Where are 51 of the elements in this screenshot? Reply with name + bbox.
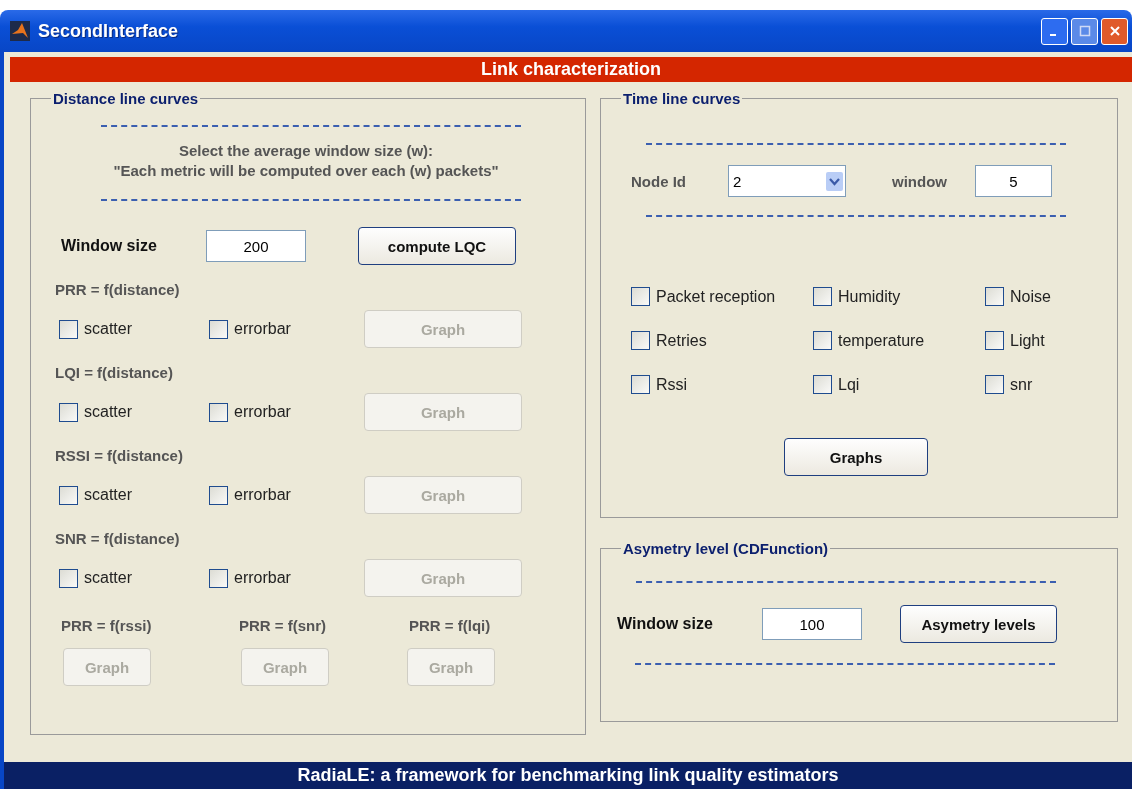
metric-label: SNR = f(distance) (55, 530, 181, 547)
close-button[interactable] (1101, 17, 1128, 45)
checkbox[interactable]: Lqi (813, 375, 985, 394)
window-label: window (892, 172, 947, 190)
header-title: Link characterization (480, 59, 662, 80)
window-size-label: Window size (61, 237, 158, 255)
window-size-field[interactable]: 200 (206, 230, 306, 262)
checkbox[interactable]: Noise (985, 287, 1105, 306)
instruction-text: "Each metric will be computed over each (w) packets" (113, 161, 499, 181)
plot-label: PRR = f(lqi) (409, 617, 492, 634)
metric-label: LQI = f(distance) (55, 364, 174, 381)
footer-text: RadiaLE: a framework for benchmarking link quality estimators (297, 765, 839, 786)
plot-label: PRR = f(snr) (239, 617, 328, 634)
checkbox[interactable]: Humidity (813, 287, 985, 306)
checkbox[interactable]: scatter (59, 485, 209, 505)
maximize-button[interactable] (1071, 17, 1098, 45)
checkbox[interactable]: scatter (59, 568, 209, 588)
panel-title: Distance line curves (52, 90, 200, 107)
checkbox[interactable]: Light (985, 331, 1105, 350)
window-title: SecondInterface (38, 20, 179, 42)
minimize-button[interactable] (1041, 17, 1068, 45)
checkbox[interactable]: scatter (59, 402, 209, 422)
compute-button[interactable]: compute LQC (358, 227, 516, 265)
close-icon (1108, 25, 1121, 37)
metric-label: RSSI = f(distance) (55, 447, 184, 464)
checkbox[interactable]: Packet reception (631, 287, 813, 306)
checkbox[interactable]: scatter (59, 319, 209, 339)
minimize-icon (1049, 34, 1056, 36)
node-id-dropdown[interactable]: 2 (728, 165, 846, 197)
asymmetry-levels-button[interactable]: Asymetry levels (900, 605, 1057, 643)
checkbox[interactable]: errorbar (209, 402, 364, 422)
graphs-button[interactable]: Graphs (784, 438, 928, 476)
caret-icon (826, 171, 843, 191)
window-field[interactable]: 5 (975, 165, 1052, 197)
checkbox[interactable]: errorbar (209, 485, 364, 505)
metric-label: PRR = f(distance) (55, 281, 181, 298)
maximize-icon (1078, 25, 1091, 37)
checkbox[interactable]: Retries (631, 331, 813, 350)
checkbox[interactable]: errorbar (209, 568, 364, 588)
panel-title: Time line curves (622, 90, 742, 107)
node-id-label: Node Id (631, 172, 686, 190)
checkbox[interactable]: Rssi (631, 375, 813, 394)
checkbox[interactable]: temperature (813, 331, 985, 350)
checkbox[interactable]: snr (985, 375, 1105, 394)
panel-title: Asymetry level (CDFunction) (622, 540, 830, 557)
plot-label: PRR = f(rssi) (61, 617, 153, 634)
checkbox[interactable]: errorbar (209, 319, 364, 339)
app-icon (10, 21, 30, 41)
window-size-field[interactable]: 100 (762, 608, 862, 640)
instruction-text: Select the average window size (w): (178, 141, 434, 161)
window-size-label: Window size (617, 615, 714, 633)
